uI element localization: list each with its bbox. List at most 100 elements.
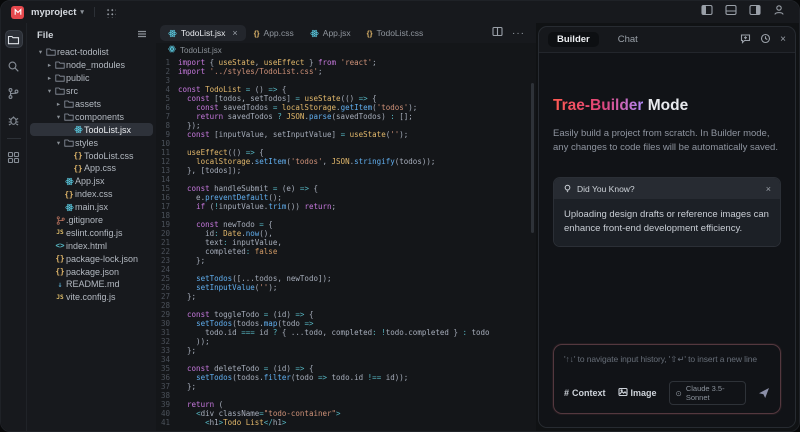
tree-item-todolist-css[interactable]: {} TodoList.css <box>30 149 153 162</box>
editor-tab-app-jsx[interactable]: App.jsx <box>302 25 359 41</box>
chevron-expanded-icon[interactable]: ▾ <box>54 113 63 121</box>
tree-item-main-jsx[interactable]: main.jsx <box>30 201 153 214</box>
tree-item-vite-config-js[interactable]: JS vite.config.js <box>30 291 153 304</box>
line-number: 16 <box>160 193 170 202</box>
tree-item-node-modules[interactable]: ▸ node_modules <box>30 59 153 72</box>
line-number: 20 <box>160 229 170 238</box>
breadcrumb-file: TodoList.jsx <box>180 45 222 55</box>
title-rest-part: Mode <box>643 97 689 114</box>
tree-item-app-css[interactable]: {} App.css <box>30 162 153 175</box>
tree-item-src[interactable]: ▾ src <box>30 85 153 98</box>
history-icon[interactable] <box>760 31 771 49</box>
chevron-expanded-icon[interactable]: ▾ <box>54 139 63 147</box>
code-line: 3 <box>156 76 536 85</box>
title-gradient-part: Trae-Builder <box>553 97 644 114</box>
code-area[interactable]: 1 import { useState, useEffect } from 're… <box>156 57 536 431</box>
activity-files-icon[interactable] <box>4 30 23 48</box>
editor-tab-todolist-css[interactable]: {} TodoList.css <box>359 25 432 41</box>
line-number: 30 <box>160 319 170 328</box>
collapse-folders-icon[interactable] <box>137 26 147 44</box>
dismiss-tip-icon[interactable]: × <box>766 184 771 194</box>
chevron-collapsed-icon[interactable]: ▸ <box>54 100 63 108</box>
folder-icon <box>54 74 66 82</box>
line-number: 35 <box>160 364 170 373</box>
line-number: 3 <box>165 76 170 85</box>
code-line: 17 if (!inputValue.trim()) return; <box>156 202 536 211</box>
line-number: 24 <box>160 265 170 274</box>
editor-tab-app-css[interactable]: {} App.css <box>246 25 302 41</box>
toggle-right-panel-icon[interactable] <box>749 3 761 21</box>
editor-scrollbar[interactable] <box>531 83 534 233</box>
code-line: 28 <box>156 301 536 310</box>
apps-grid-icon[interactable] <box>104 6 116 18</box>
git-branch-icon <box>54 215 66 225</box>
tree-item-app-jsx[interactable]: App.jsx <box>30 175 153 188</box>
braces-file-icon: {} <box>55 267 65 277</box>
tree-item-styles[interactable]: ▾ styles <box>30 136 153 149</box>
context-button[interactable]: # Context <box>564 388 606 398</box>
line-number: 6 <box>165 103 170 112</box>
tree-item-package-lock-json[interactable]: {} package-lock.json <box>30 252 153 265</box>
toggle-left-panel-icon[interactable] <box>701 3 713 21</box>
tree-item-index-html[interactable]: <> index.html <box>30 239 153 252</box>
code-line: 32 )); <box>156 337 536 346</box>
image-button[interactable]: Image <box>617 387 657 399</box>
code-line: 8 }); <box>156 121 536 130</box>
app-window: myproject ▾ File ▾ react-todolist ▸ node… <box>0 0 800 432</box>
breadcrumb[interactable]: TodoList.jsx <box>156 43 536 57</box>
tree-item-index-css[interactable]: {} index.css <box>30 188 153 201</box>
tab-builder[interactable]: Builder <box>548 32 599 47</box>
project-switcher[interactable]: myproject ▾ <box>31 7 84 18</box>
react-file-icon <box>168 45 176 55</box>
send-button[interactable] <box>758 387 770 399</box>
editor-tab-todolist-jsx[interactable]: TodoList.jsx × <box>160 25 246 41</box>
chevron-collapsed-icon[interactable]: ▸ <box>45 74 54 82</box>
line-number: 25 <box>160 274 170 283</box>
activity-source-control-icon[interactable] <box>5 84 23 102</box>
chevron-expanded-icon[interactable]: ▾ <box>36 48 45 56</box>
close-panel-icon[interactable]: × <box>780 34 786 45</box>
file-explorer-panel: File ▾ react-todolist ▸ node_modules ▸ public… <box>26 23 156 431</box>
tree-item-label: vite.config.js <box>66 292 116 303</box>
braces-file-icon: {} <box>73 163 83 173</box>
tree-item-label: assets <box>75 99 102 109</box>
tree-item-todolist-jsx[interactable]: TodoList.jsx <box>30 123 153 137</box>
code-line: 1 import { useState, useEffect } from 're… <box>156 58 536 67</box>
app-logo-icon[interactable] <box>11 5 24 19</box>
activity-search-icon[interactable] <box>5 57 23 75</box>
new-chat-icon[interactable] <box>740 31 751 49</box>
model-selector[interactable]: ⊙ Claude 3.5-Sonnet <box>668 381 746 405</box>
activity-debug-icon[interactable] <box>5 111 23 129</box>
close-icon[interactable]: × <box>232 28 237 38</box>
tab-label: App.jsx <box>322 28 351 38</box>
tree-item-eslint-config-js[interactable]: JS eslint.config.js <box>30 226 153 239</box>
code-line: 20 id: Date.now(), <box>156 229 536 238</box>
code-line: 40 <div className="todo-container"> <box>156 409 536 418</box>
toggle-bottom-panel-icon[interactable] <box>725 3 737 21</box>
code-line: 27 }; <box>156 292 536 301</box>
split-editor-icon[interactable] <box>492 24 503 42</box>
chevron-expanded-icon[interactable]: ▾ <box>45 87 54 95</box>
tree-item-readme-md[interactable]: ↓ README.md <box>30 278 153 291</box>
tree-item-public[interactable]: ▸ public <box>30 72 153 85</box>
code-editor[interactable]: TodoList.jsx × {} App.css App.jsx {} TodoList.… <box>156 23 536 431</box>
code-line: 5 const [todos, setTodos] = useState(() … <box>156 94 536 103</box>
tree-item--gitignore[interactable]: .gitignore <box>30 214 153 227</box>
tree-item-components[interactable]: ▾ components <box>30 110 153 123</box>
tree-item-assets[interactable]: ▸ assets <box>30 98 153 111</box>
tree-item-react-todolist[interactable]: ▾ react-todolist <box>30 46 153 59</box>
assistant-header: Builder Chat × <box>539 27 795 52</box>
activity-extensions-icon[interactable] <box>5 148 23 166</box>
line-number: 12 <box>160 157 170 166</box>
tip-card-title: Did You Know? <box>577 183 635 194</box>
chevron-collapsed-icon[interactable]: ▸ <box>45 61 54 69</box>
tree-item-package-json[interactable]: {} package.json <box>30 265 153 278</box>
user-account-icon[interactable] <box>773 3 785 21</box>
chat-input-box[interactable]: '↑↓' to navigate input history, '⇧↵' to … <box>553 344 781 414</box>
code-line: 38 <box>156 391 536 400</box>
react-file-icon <box>63 203 75 212</box>
code-line: 24 <box>156 265 536 274</box>
tab-chat[interactable]: Chat <box>609 32 647 47</box>
code-line: 35 const deleteTodo = (id) => { <box>156 364 536 373</box>
more-actions-icon[interactable]: ··· <box>512 28 525 39</box>
